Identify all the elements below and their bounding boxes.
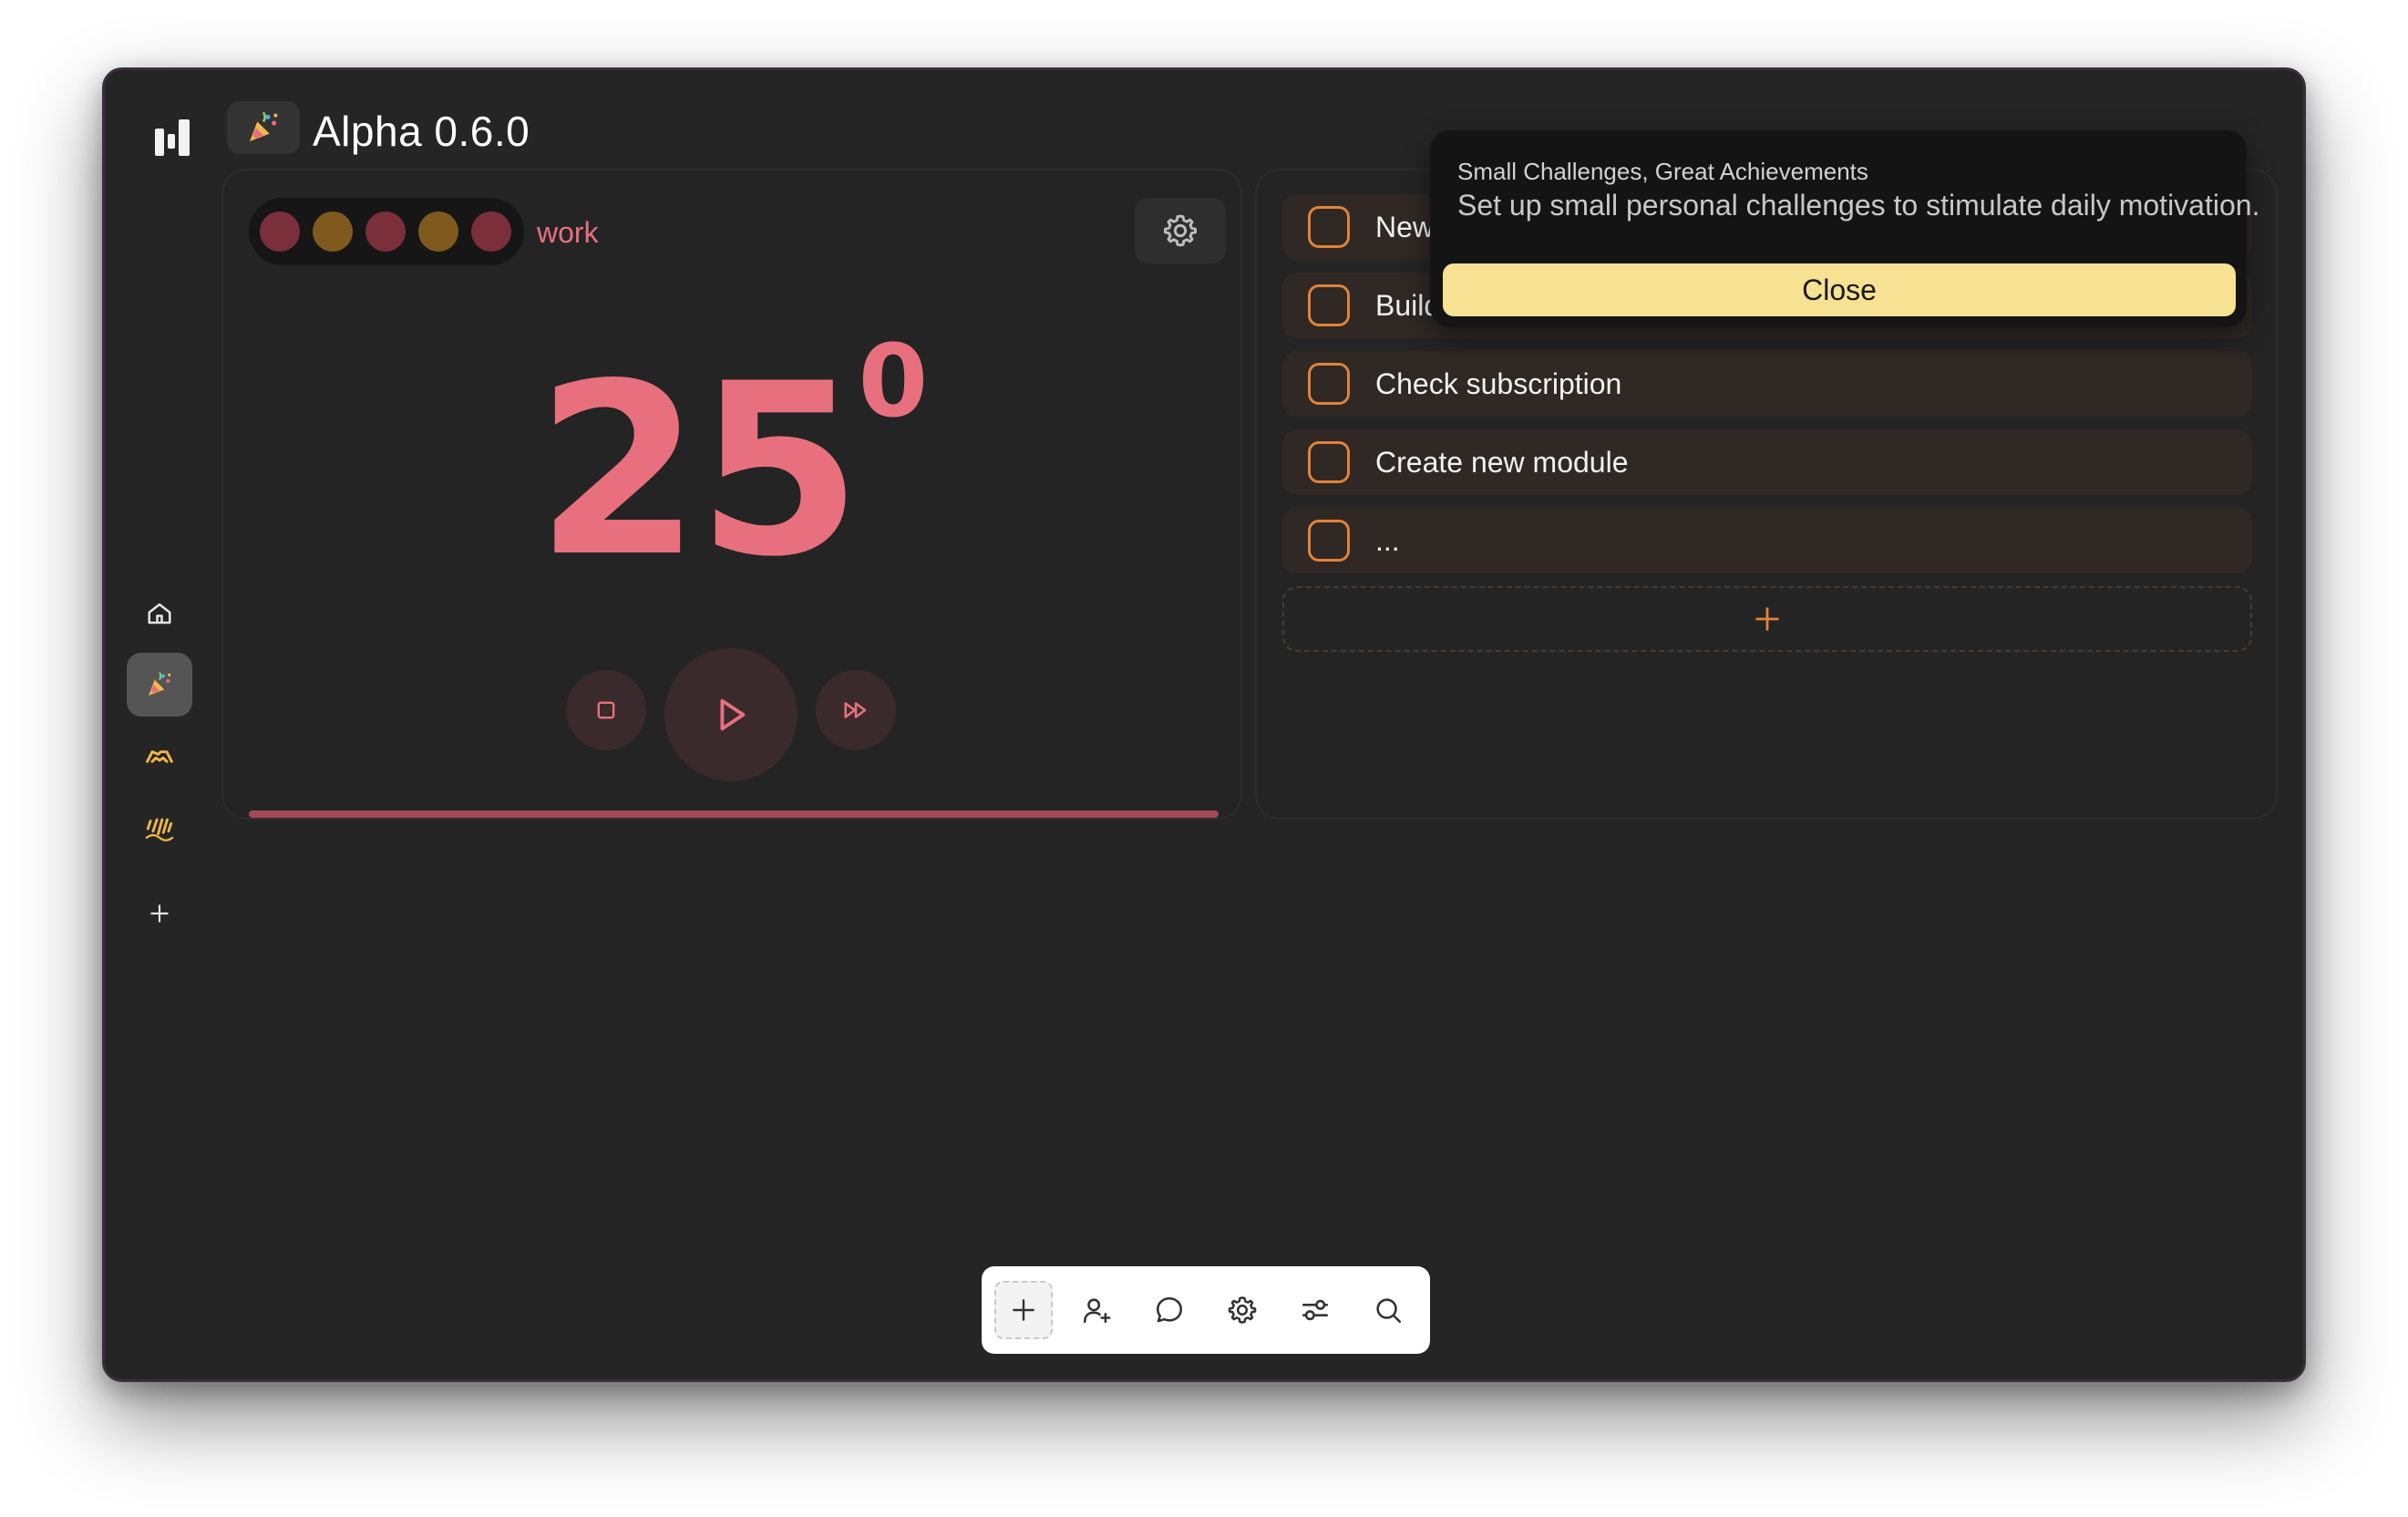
toolbar-add-user-button[interactable] <box>1067 1281 1126 1339</box>
session-dot <box>260 212 300 252</box>
add-user-icon <box>1083 1298 1111 1324</box>
task-checkbox[interactable] <box>1308 441 1350 483</box>
rain-icon <box>145 818 174 841</box>
timer-display: 250 <box>223 331 1240 590</box>
play-icon <box>720 698 746 731</box>
handshake-icon <box>146 750 173 763</box>
task-item[interactable]: ... <box>1282 508 2252 573</box>
sidebar-item-home[interactable] <box>127 582 192 645</box>
sidebar-add-button[interactable] <box>127 882 192 945</box>
task-label: Create new module <box>1375 445 1629 479</box>
home-icon <box>148 603 171 624</box>
sidebar-item-party[interactable] <box>127 653 192 717</box>
timer-minutes: 25 <box>535 334 862 609</box>
toolbar-filters-button[interactable] <box>1286 1281 1344 1339</box>
sliders-icon <box>1302 1299 1329 1321</box>
session-dot <box>471 212 511 252</box>
task-checkbox[interactable] <box>1308 206 1350 248</box>
timer-progress-fill <box>249 810 1219 818</box>
stop-button[interactable] <box>566 670 646 750</box>
search-icon <box>1376 1298 1402 1324</box>
page-title: Alpha 0.6.0 <box>313 108 530 155</box>
task-item[interactable]: Check subscription <box>1282 351 2252 417</box>
timer-panel: work 250 <box>221 169 1242 820</box>
fast-forward-icon <box>844 702 867 718</box>
gear-icon <box>1164 214 1197 247</box>
chat-icon <box>1156 1296 1183 1323</box>
task-checkbox[interactable] <box>1308 284 1350 326</box>
task-checkbox[interactable] <box>1308 363 1350 405</box>
plus-icon <box>150 904 169 923</box>
plus-icon <box>1755 607 1779 631</box>
onboarding-tooltip: Small Challenges, Great Achievements Set… <box>1430 130 2259 327</box>
tooltip-title: Small Challenges, Great Achievements <box>1457 158 1868 185</box>
tooltip-text: Set up small personal challenges to stim… <box>1457 189 2260 222</box>
task-checkbox[interactable] <box>1308 520 1350 562</box>
plus-icon <box>1013 1299 1034 1321</box>
timer-settings-button[interactable] <box>1135 198 1226 263</box>
sidebar-item-handshake[interactable] <box>127 725 192 789</box>
task-item[interactable]: Create new module <box>1282 429 2252 495</box>
toolbar-chat-button[interactable] <box>1140 1281 1199 1339</box>
app-window: Alpha 0.6.0 work 250 New Build Check sub… <box>102 67 2306 1382</box>
add-task-button[interactable] <box>1282 586 2252 652</box>
sidebar-item-rain[interactable] <box>127 797 192 861</box>
task-label: ... <box>1375 523 1400 557</box>
session-dot <box>313 212 353 252</box>
app-logo <box>155 118 191 158</box>
play-button[interactable] <box>664 648 798 781</box>
toolbar-search-button[interactable] <box>1359 1281 1417 1339</box>
party-popper-icon <box>149 672 171 696</box>
tooltip-close-button[interactable]: Close <box>1443 263 2236 316</box>
task-label: New <box>1375 210 1435 243</box>
session-dots <box>249 198 524 265</box>
stop-icon <box>597 701 615 719</box>
toolbar-settings-button[interactable] <box>1213 1281 1271 1339</box>
session-dot <box>365 212 406 252</box>
session-dot <box>418 212 458 252</box>
gear-icon <box>1228 1296 1257 1324</box>
party-popper-icon <box>250 111 278 141</box>
task-label: Check subscription <box>1375 366 1622 400</box>
header-emoji-badge <box>227 101 300 154</box>
toolbar-add-button[interactable] <box>994 1281 1053 1339</box>
bottom-toolbar <box>982 1266 1430 1354</box>
timer-seconds: 0 <box>858 323 929 439</box>
skip-button[interactable] <box>816 670 896 750</box>
timer-progress-bar <box>249 810 1219 818</box>
timer-mode-label: work <box>537 216 599 249</box>
